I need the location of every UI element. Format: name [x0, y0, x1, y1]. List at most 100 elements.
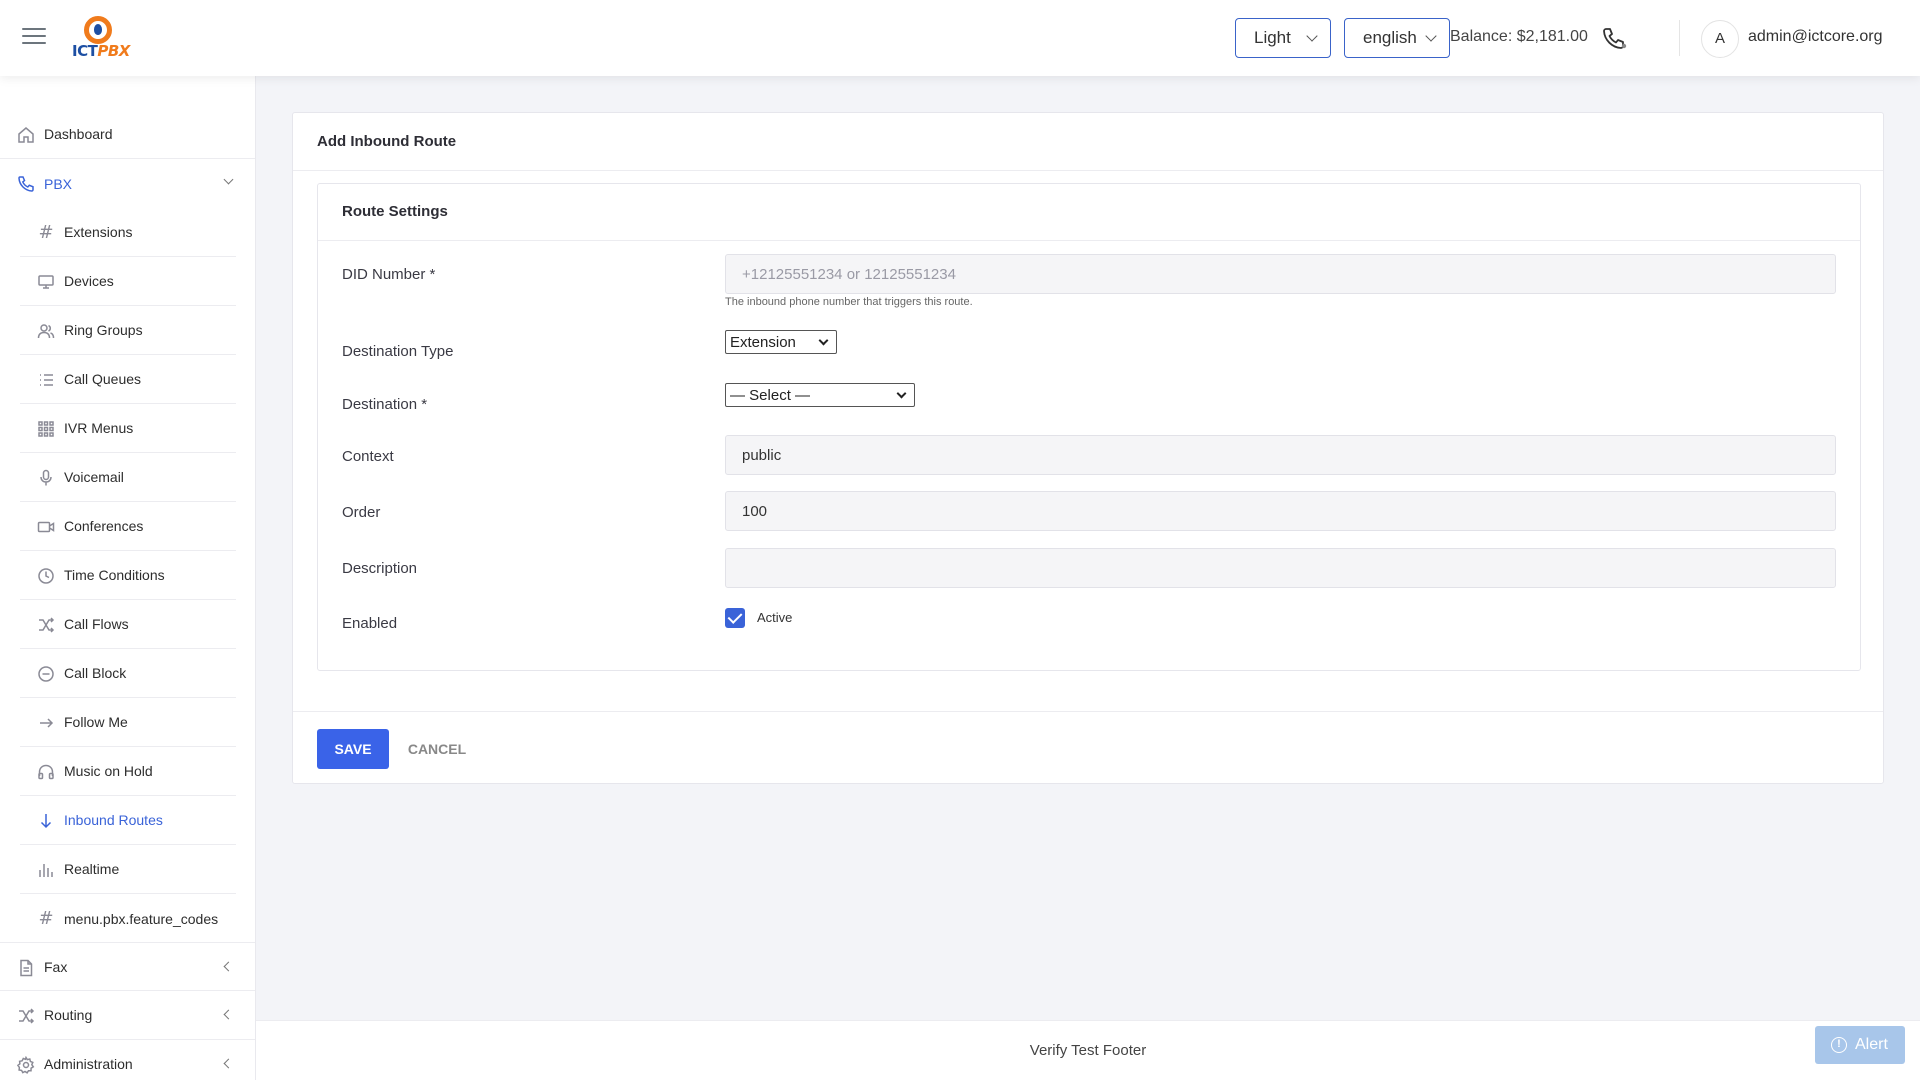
phone-icon — [17, 175, 35, 193]
sidebar-item-label: Ring Groups — [64, 322, 143, 338]
did-number-input[interactable] — [725, 254, 1836, 294]
language-select-value: english — [1363, 28, 1417, 47]
list-icon — [37, 371, 55, 389]
language-select[interactable]: english — [1344, 18, 1450, 58]
sidebar: Dashboard PBX # Extensions Devices Ring … — [0, 76, 256, 1080]
cancel-button[interactable]: CANCEL — [405, 729, 469, 769]
bars-icon — [37, 861, 55, 879]
sidebar-item-label: Follow Me — [64, 714, 128, 730]
app-logo[interactable]: ICTPBX — [70, 16, 130, 60]
enabled-label: Enabled — [342, 615, 398, 632]
sidebar-item-label: Time Conditions — [64, 567, 165, 583]
sidebar-item-label: Call Flows — [64, 616, 129, 632]
sidebar-item-label: Administration — [44, 1056, 133, 1072]
enabled-checkbox-label[interactable]: Active — [757, 610, 792, 625]
gear-icon — [17, 1056, 35, 1074]
sidebar-item-label: IVR Menus — [64, 420, 134, 436]
sidebar-item-call-block[interactable]: Call Block — [20, 649, 236, 698]
context-input[interactable] — [725, 435, 1836, 475]
sidebar-item-time-conditions[interactable]: Time Conditions — [20, 551, 236, 600]
sidebar-item-label: Call Block — [64, 665, 127, 681]
phone-status-icon[interactable] — [1601, 26, 1627, 50]
sidebar-item-label: Music on Hold — [64, 763, 153, 779]
sidebar-item-fax[interactable]: Fax — [0, 942, 255, 991]
hash-icon: # — [38, 222, 54, 243]
sidebar-item-label: Routing — [44, 1007, 93, 1023]
description-input[interactable] — [725, 548, 1836, 588]
chevron-down-icon — [1306, 30, 1318, 42]
sidebar-item-call-queues[interactable]: Call Queues — [20, 355, 236, 404]
shuffle-icon — [17, 1007, 35, 1025]
sidebar-item-conferences[interactable]: Conferences — [20, 502, 236, 551]
destination-value: — Select — — [730, 386, 811, 404]
route-settings-section: Route Settings DID Number * The inbound … — [317, 183, 1861, 671]
alert-label: Alert — [1855, 1036, 1888, 1053]
chevron-down-icon — [818, 335, 829, 346]
sidebar-item-extensions[interactable]: # Extensions — [20, 208, 236, 257]
order-input[interactable] — [725, 491, 1836, 531]
sidebar-item-music-on-hold[interactable]: Music on Hold — [20, 747, 236, 796]
sidebar-item-follow-me[interactable]: Follow Me — [20, 698, 236, 747]
context-label: Context — [342, 448, 394, 465]
sidebar-item-feature-codes[interactable]: # menu.pbx.feature_codes — [20, 894, 236, 943]
order-label: Order — [342, 504, 381, 521]
hash-icon: # — [38, 908, 54, 929]
chevron-left-icon — [223, 1009, 234, 1020]
divider — [293, 711, 1883, 712]
page-footer: Verify Test Footer — [256, 1020, 1920, 1080]
destination-type-value: Extension — [730, 333, 796, 351]
hamburger-menu-icon[interactable] — [22, 28, 46, 48]
home-icon — [17, 126, 35, 144]
clock-icon — [37, 567, 55, 585]
sidebar-item-pbx[interactable]: PBX — [0, 159, 255, 208]
destination-select[interactable]: — Select — — [725, 383, 915, 407]
sidebar-item-administration[interactable]: Administration — [0, 1040, 255, 1080]
sidebar-item-realtime[interactable]: Realtime — [20, 845, 236, 894]
users-icon — [37, 322, 55, 340]
sidebar-item-label: Dashboard — [44, 126, 113, 142]
page-title: Add Inbound Route — [317, 133, 457, 150]
chevron-down-icon — [1425, 30, 1437, 42]
monitor-icon — [37, 273, 55, 291]
enabled-checkbox[interactable] — [725, 608, 745, 628]
alert-button[interactable]: ! Alert — [1815, 1026, 1905, 1064]
sidebar-item-label: Conferences — [64, 518, 144, 534]
divider — [293, 170, 1883, 171]
destination-label: Destination * — [342, 396, 428, 413]
sidebar-item-label: PBX — [44, 175, 73, 192]
arrow-right-icon — [37, 714, 55, 732]
arrow-down-icon — [37, 812, 55, 830]
chevron-down-icon — [223, 174, 234, 185]
user-avatar[interactable]: A — [1701, 20, 1739, 58]
sidebar-item-label: Voicemail — [64, 469, 124, 485]
header-divider — [1679, 20, 1680, 56]
top-header: ICTPBX Light english Balance: $2,181.00 … — [0, 0, 1920, 76]
sidebar-item-label: menu.pbx.feature_codes — [64, 910, 219, 927]
save-button[interactable]: SAVE — [317, 729, 389, 769]
chevron-down-icon — [896, 388, 907, 399]
sidebar-item-ivr-menus[interactable]: IVR Menus — [20, 404, 236, 453]
user-email[interactable]: admin@ictcore.org — [1748, 28, 1883, 46]
did-number-label: DID Number * — [342, 266, 436, 283]
info-icon: ! — [1831, 1037, 1847, 1053]
theme-select[interactable]: Light — [1235, 18, 1331, 58]
sidebar-item-routing[interactable]: Routing — [0, 991, 255, 1040]
sidebar-item-ring-groups[interactable]: Ring Groups — [20, 306, 236, 355]
theme-select-value: Light — [1254, 28, 1291, 47]
video-icon — [37, 518, 55, 536]
document-icon — [17, 959, 35, 977]
block-icon — [37, 665, 55, 683]
sidebar-item-label: Fax — [44, 958, 68, 975]
microphone-icon — [37, 469, 55, 487]
sidebar-item-inbound-routes[interactable]: Inbound Routes — [20, 796, 236, 845]
sidebar-item-label: Extensions — [64, 224, 133, 240]
inbound-route-form-card: Add Inbound Route Route Settings DID Num… — [292, 112, 1884, 784]
sidebar-item-devices[interactable]: Devices — [20, 257, 236, 306]
destination-type-select[interactable]: Extension — [725, 330, 837, 354]
did-number-help: The inbound phone number that triggers t… — [725, 296, 973, 308]
destination-type-label: Destination Type — [342, 343, 454, 360]
sidebar-item-call-flows[interactable]: Call Flows — [20, 600, 236, 649]
sidebar-item-voicemail[interactable]: Voicemail — [20, 453, 236, 502]
sidebar-item-label: Inbound Routes — [64, 812, 163, 828]
sidebar-item-dashboard[interactable]: Dashboard — [0, 110, 255, 159]
